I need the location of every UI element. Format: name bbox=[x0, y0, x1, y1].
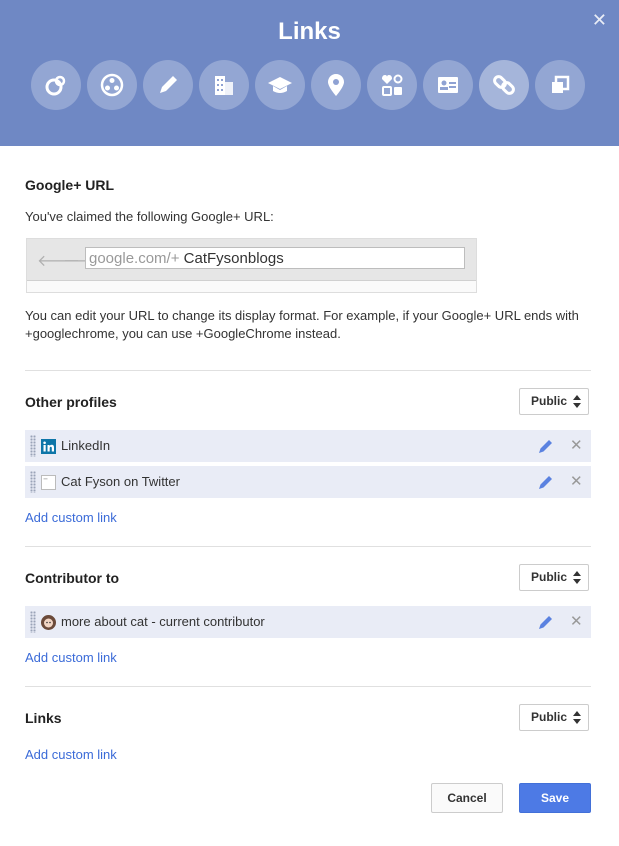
remove-icon[interactable]: ✕ bbox=[570, 436, 583, 454]
dialog-title: Links bbox=[278, 18, 341, 45]
url-field: google.com/+ CatFysonblogs bbox=[85, 247, 465, 269]
browser-toolbar: 🡐 🡒 google.com/+ CatFysonblogs bbox=[27, 239, 476, 281]
url-help-line-1: You can edit your URL to change its disp… bbox=[25, 308, 579, 323]
edit-pencil-icon[interactable] bbox=[538, 438, 554, 454]
add-custom-link-contributor[interactable]: Add custom link bbox=[25, 650, 117, 665]
pencil-icon[interactable] bbox=[143, 60, 193, 110]
profile-label: LinkedIn bbox=[61, 438, 111, 453]
avatar-icon bbox=[41, 615, 56, 630]
linkedin-icon bbox=[41, 439, 56, 454]
contributor-to-heading: Contributor to bbox=[25, 570, 120, 586]
drag-handle-icon[interactable] bbox=[30, 611, 36, 633]
gender-icon[interactable] bbox=[367, 60, 417, 110]
drag-handle-icon[interactable] bbox=[30, 435, 36, 457]
dialog-header: Links ✕ bbox=[0, 0, 619, 146]
other-profiles-heading: Other profiles bbox=[25, 394, 117, 410]
section-icon-row bbox=[31, 60, 585, 110]
add-custom-link-links[interactable]: Add custom link bbox=[25, 747, 117, 762]
select-arrows-icon bbox=[573, 571, 581, 584]
contributor-visibility-select[interactable]: Public bbox=[519, 564, 589, 591]
url-help-text: You can edit your URL to change its disp… bbox=[25, 307, 595, 343]
claimed-url-text: You've claimed the following Google+ URL… bbox=[25, 209, 274, 224]
profile-row-twitter[interactable]: Cat Fyson on Twitter ✕ bbox=[25, 466, 591, 498]
divider bbox=[25, 370, 591, 371]
divider bbox=[25, 546, 591, 547]
save-button[interactable]: Save bbox=[519, 783, 591, 813]
profile-label: Cat Fyson on Twitter bbox=[61, 474, 180, 489]
graduation-cap-icon[interactable] bbox=[255, 60, 305, 110]
divider bbox=[25, 686, 591, 687]
google-url-heading: Google+ URL bbox=[25, 177, 115, 193]
other-profiles-visibility-select[interactable]: Public bbox=[519, 388, 589, 415]
drag-handle-icon[interactable] bbox=[30, 471, 36, 493]
remove-icon[interactable]: ✕ bbox=[570, 472, 583, 490]
edit-pencil-icon[interactable] bbox=[538, 474, 554, 490]
contributor-row[interactable]: more about cat - current contributor ✕ bbox=[25, 606, 591, 638]
links-heading: Links bbox=[25, 710, 62, 726]
profile-row-linkedin[interactable]: LinkedIn ✕ bbox=[25, 430, 591, 462]
visibility-value: Public bbox=[531, 570, 568, 584]
links-icon[interactable] bbox=[479, 60, 529, 110]
visibility-value: Public bbox=[531, 394, 568, 408]
select-arrows-icon bbox=[573, 711, 581, 724]
remove-icon[interactable]: ✕ bbox=[570, 612, 583, 630]
contributor-label: more about cat - current contributor bbox=[61, 614, 265, 629]
cancel-button[interactable]: Cancel bbox=[431, 783, 503, 813]
people-icon[interactable] bbox=[87, 60, 137, 110]
location-pin-icon[interactable] bbox=[311, 60, 361, 110]
add-custom-link-profiles[interactable]: Add custom link bbox=[25, 510, 117, 525]
close-icon[interactable]: ✕ bbox=[592, 10, 607, 31]
url-help-line-2: +googlechrome, you can use +GoogleChrome… bbox=[25, 326, 341, 341]
building-icon[interactable] bbox=[199, 60, 249, 110]
links-visibility-select[interactable]: Public bbox=[519, 704, 589, 731]
url-prefix: google.com/+ bbox=[89, 250, 180, 267]
page-icon bbox=[41, 475, 56, 490]
url-preview: 🡐 🡒 google.com/+ CatFysonblogs bbox=[26, 238, 477, 293]
story-icon[interactable] bbox=[31, 60, 81, 110]
contact-card-icon[interactable] bbox=[423, 60, 473, 110]
edit-pencil-icon[interactable] bbox=[538, 614, 554, 630]
url-name: CatFysonblogs bbox=[183, 250, 284, 267]
select-arrows-icon bbox=[573, 395, 581, 408]
visibility-value: Public bbox=[531, 710, 568, 724]
accounts-icon[interactable] bbox=[535, 60, 585, 110]
